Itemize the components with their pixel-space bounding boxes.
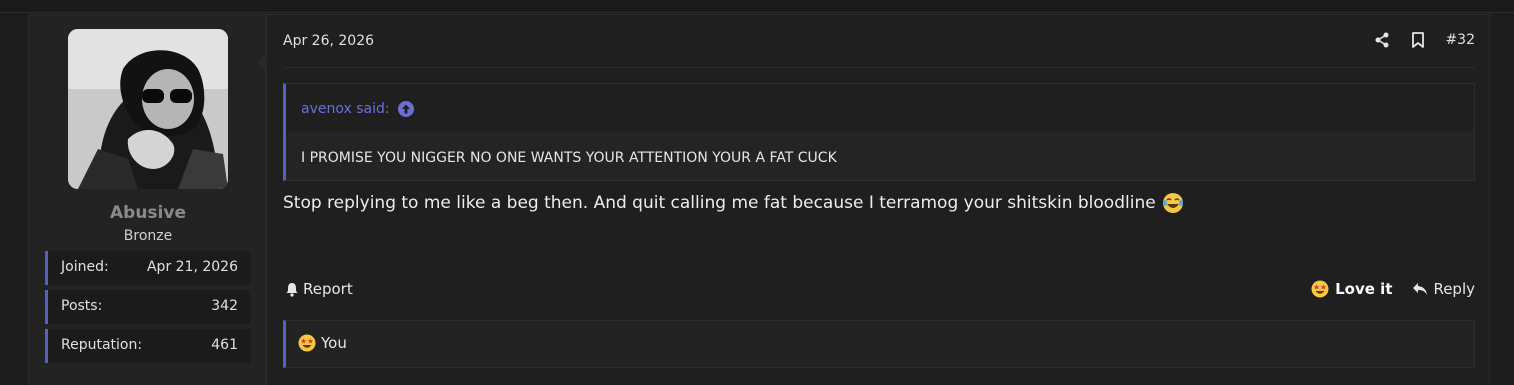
report-label: Report	[303, 280, 353, 298]
stat-value: Apr 21, 2026	[146, 259, 238, 275]
stat-value: 342	[211, 298, 238, 314]
quote-block: avenox said: I PROMISE YOU NIGGER NO ONE…	[283, 83, 1475, 181]
quote-header	[286, 84, 1474, 132]
bookmark-icon[interactable]	[1409, 31, 1427, 49]
post-header-actions: #32	[1373, 31, 1475, 49]
quote-author-link[interactable]: avenox said:	[301, 101, 414, 117]
post-date[interactable]: Apr 26, 2026	[283, 33, 374, 49]
quote-text: I PROMISE YOU NIGGER NO ONE WANTS YOUR A…	[301, 150, 837, 166]
star-eyes-emoji-icon	[1311, 280, 1329, 298]
report-button[interactable]: Report	[285, 280, 353, 298]
stat-joined: Joined: Apr 21, 2026	[45, 251, 250, 285]
avatar-image	[68, 29, 228, 189]
stat-label: Joined:	[61, 259, 109, 275]
reply-button[interactable]: Reply	[1412, 280, 1475, 298]
stat-label: Posts:	[61, 298, 103, 314]
stat-reputation: Reputation: 461	[45, 329, 250, 363]
quote-author-name: avenox said:	[301, 101, 390, 117]
love-it-button[interactable]: Love it	[1311, 280, 1392, 298]
share-icon[interactable]	[1373, 31, 1391, 49]
message-text: Stop replying to me like a beg then. And…	[283, 193, 1156, 213]
reaction-summary[interactable]: You	[298, 334, 347, 352]
bell-icon	[286, 282, 298, 297]
post-footer-actions: Love it Reply	[1311, 280, 1475, 298]
reply-arrow-icon	[1413, 283, 1428, 295]
header-divider	[283, 67, 1475, 68]
arrow-up-circle-icon[interactable]	[397, 101, 414, 117]
reply-label: Reply	[1433, 280, 1475, 298]
stat-label: Reputation:	[61, 337, 143, 353]
stat-value: 461	[211, 337, 238, 353]
avatar[interactable]	[68, 29, 228, 189]
star-eyes-emoji-icon	[298, 334, 316, 352]
username[interactable]: Abusive	[29, 203, 267, 223]
user-title: Bronze	[123, 228, 173, 244]
user-info-column: Abusive Bronze Joined: Apr 21, 2026 Post…	[29, 15, 267, 385]
stat-posts: Posts: 342	[45, 290, 250, 324]
message-arrow	[257, 53, 267, 73]
reaction-bar[interactable]: You	[283, 320, 1475, 368]
reaction-users: You	[321, 334, 347, 352]
post-number-link[interactable]: #32	[1445, 32, 1475, 48]
love-it-label: Love it	[1335, 280, 1393, 298]
post-message: Stop replying to me like a beg then. And…	[283, 192, 1184, 214]
post-container: Abusive Bronze Joined: Apr 21, 2026 Post…	[28, 14, 1490, 385]
laughing-crying-emoji-icon	[1162, 193, 1183, 213]
top-bar	[0, 0, 1514, 13]
